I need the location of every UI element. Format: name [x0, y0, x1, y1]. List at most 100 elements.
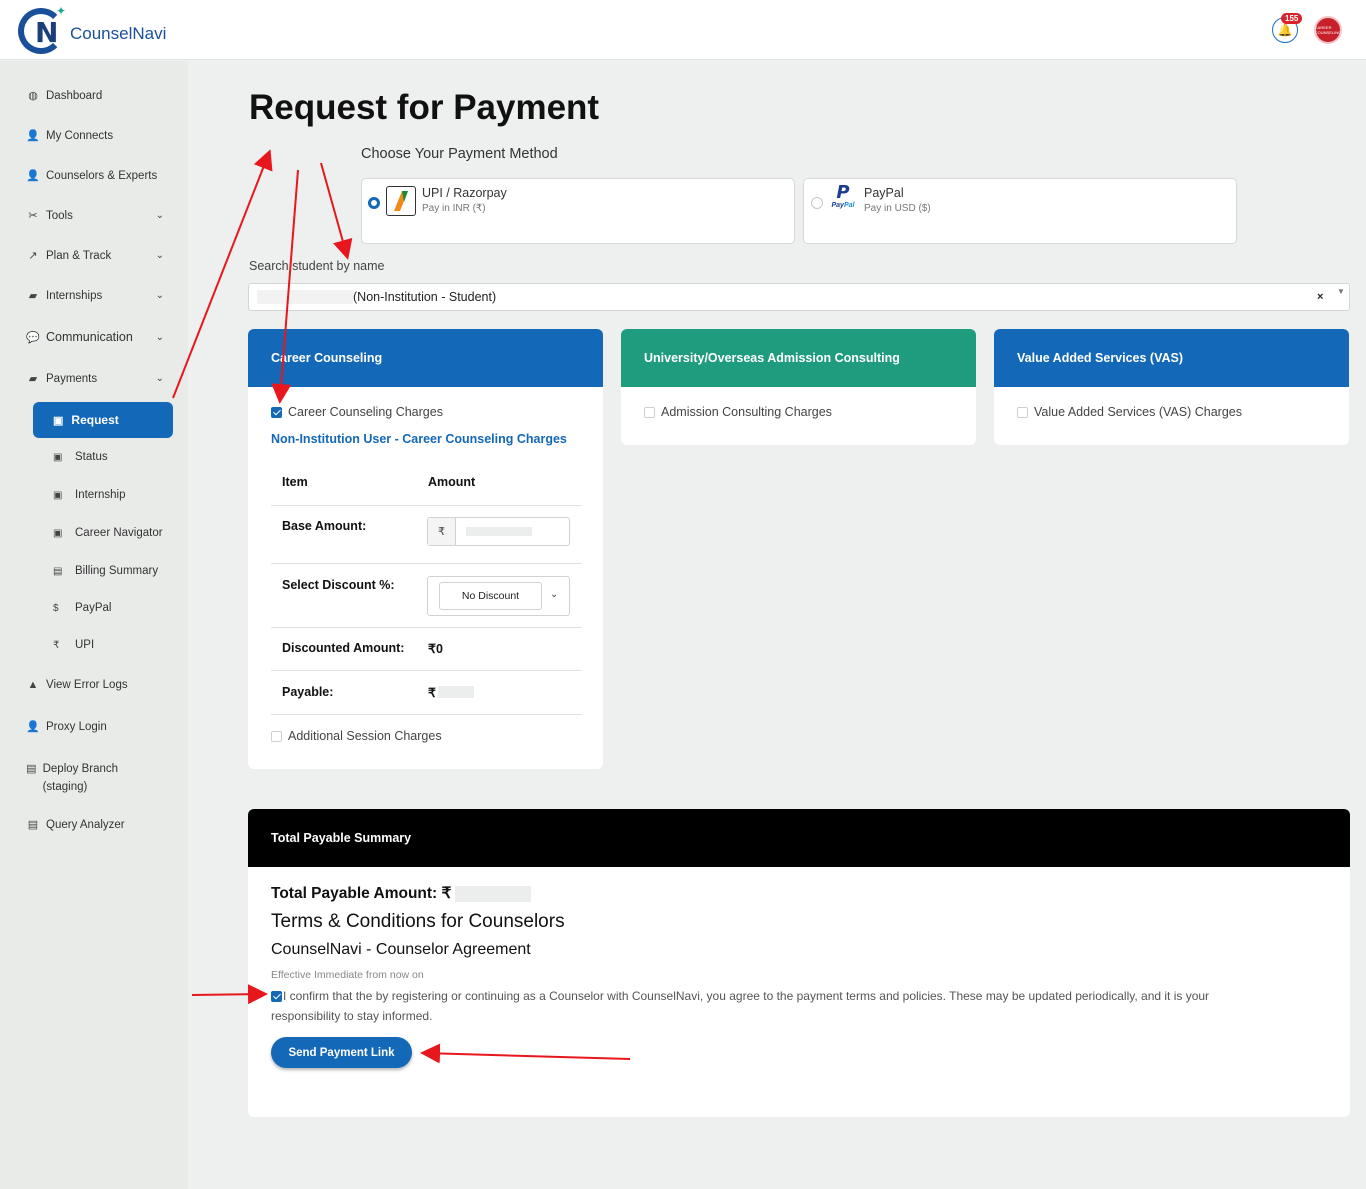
briefcase-icon: ▰	[28, 290, 38, 302]
sidebar-item-label: Payments	[46, 372, 98, 385]
vas-charges-checkbox[interactable]: Value Added Services (VAS) Charges	[1017, 405, 1242, 419]
payable-label: Payable:	[282, 685, 334, 699]
effective-note: Effective Immediate from now on	[271, 969, 424, 981]
comments-icon: 💬	[26, 331, 40, 344]
sidebar-item-paypal[interactable]: $ PayPal	[53, 602, 111, 614]
sidebar-item-dashboard[interactable]: ◍ Dashboard	[26, 89, 166, 103]
chart-line-icon: ↗	[28, 250, 38, 262]
sidebar-item-label: Billing Summary	[75, 565, 159, 577]
career-counseling-charges-checkbox[interactable]: Career Counseling Charges	[271, 405, 443, 419]
sidebar-item-query-analyzer[interactable]: ▤ Query Analyzer	[26, 818, 166, 832]
admission-consulting-card: University/Overseas Admission Consulting	[621, 329, 976, 445]
discounted-amount-value: ₹0	[428, 642, 443, 656]
database-icon: ▤	[26, 763, 37, 775]
payment-method-upi[interactable]: UPI / Razorpay Pay in INR (₹)	[361, 178, 795, 244]
plan-link[interactable]: Non-Institution User - Career Counseling…	[271, 432, 567, 446]
checkbox-label: Admission Consulting Charges	[661, 405, 832, 419]
summary-title: Total Payable Summary	[248, 809, 1350, 867]
database-icon: ▤	[27, 819, 39, 831]
dashboard-icon: ◍	[28, 90, 38, 102]
chevron-down-icon: ⌄	[155, 373, 164, 384]
dollar-icon: $	[53, 602, 59, 614]
total-payable-summary-card: Total Payable Summary	[248, 809, 1350, 1117]
checkbox-label: Career Counseling Charges	[288, 405, 443, 419]
sidebar-item-plan-track[interactable]: ↗ Plan & Track ⌄	[26, 249, 166, 263]
student-search-select[interactable]: (Non-Institution - Student) × ▼	[248, 283, 1350, 311]
upi-radio[interactable]	[368, 197, 380, 209]
vas-card: Value Added Services (VAS)	[994, 329, 1349, 445]
admission-charges-checkbox[interactable]: Admission Consulting Charges	[644, 405, 832, 419]
confirm-checkbox-row[interactable]: I confirm that the by registering or con…	[271, 986, 1281, 1026]
sidebar-item-label: Query Analyzer	[46, 818, 125, 831]
sidebar-item-label: PayPal	[75, 602, 112, 614]
sidebar-item-internship[interactable]: ▣ Internship	[53, 489, 126, 501]
upi-method-sub: Pay in INR (₹)	[422, 203, 486, 214]
additional-session-checkbox[interactable]: Additional Session Charges	[271, 729, 442, 743]
sidebar-item-label: Internship	[75, 489, 126, 501]
sidebar-item-upi[interactable]: ₹ UPI	[53, 639, 94, 651]
chevron-down-icon: ⌄	[155, 250, 164, 261]
avatar-logo-text: CAREER COUNSELING	[1314, 25, 1342, 35]
paypal-method-name: PayPal	[864, 186, 904, 200]
sidebar-item-career-navigator[interactable]: ▣ Career Navigator	[53, 527, 163, 539]
sidebar-item-label: Tools	[46, 209, 73, 222]
discount-select[interactable]: No Discount ⌄	[427, 576, 570, 616]
notification-count-badge: 155	[1281, 13, 1303, 24]
sidebar-item-label: Deploy Branch (staging)	[42, 763, 119, 793]
checkbox-icon	[271, 730, 282, 742]
sidebar-item-communication[interactable]: 💬 Communication ⌄	[26, 330, 166, 344]
upi-method-name: UPI / Razorpay	[422, 186, 507, 200]
sidebar-item-status[interactable]: ▣ Status	[53, 451, 108, 463]
checkbox-icon	[644, 406, 655, 418]
paypal-logo-icon: P PayPal	[831, 182, 855, 210]
vas-title: Value Added Services (VAS)	[994, 329, 1349, 387]
annotation-arrow	[320, 162, 353, 260]
tools-icon: ✂	[28, 210, 38, 222]
base-amount-input[interactable]: ₹	[427, 517, 570, 546]
sidebar-item-tools[interactable]: ✂ Tools ⌄	[26, 209, 166, 223]
sidebar-item-my-connects[interactable]: 👤 My Connects	[26, 129, 166, 143]
user-icon: 👤	[26, 130, 40, 142]
redacted-payable	[438, 686, 474, 698]
clear-selection-icon[interactable]: ×	[1317, 291, 1323, 303]
sidebar-item-deploy-branch[interactable]: ▤ Deploy Branch (staging)	[26, 760, 136, 796]
caret-down-icon[interactable]: ▼	[1337, 287, 1345, 296]
rupee-icon: ₹	[428, 518, 456, 545]
sidebar-item-internships[interactable]: ▰ Internships ⌄	[26, 289, 166, 303]
send-payment-link-button[interactable]: Send Payment Link	[271, 1037, 412, 1068]
rupee-icon: ₹	[53, 639, 60, 651]
discount-label: Select Discount %:	[282, 578, 395, 592]
sidebar-item-label: Counselors & Experts	[46, 169, 158, 182]
terms-title: Terms & Conditions for Counselors	[271, 911, 565, 932]
user-icon: 👤	[26, 721, 40, 733]
user-icon: 👤	[26, 170, 40, 182]
sidebar-item-label: Career Navigator	[75, 527, 163, 539]
sidebar-item-payments[interactable]: ▰ Payments ⌄	[26, 372, 166, 386]
money-icon: ▣	[53, 527, 63, 539]
chevron-down-icon: ⌄	[155, 210, 164, 221]
sidebar-item-view-error-logs[interactable]: ▲ View Error Logs	[26, 679, 166, 691]
sidebar-item-proxy-login[interactable]: 👤 Proxy Login	[26, 720, 166, 734]
sidebar-item-label: UPI	[75, 639, 95, 651]
sidebar-item-label: Dashboard	[46, 89, 103, 102]
payable-currency: ₹	[428, 686, 436, 700]
paypal-radio[interactable]	[811, 197, 823, 209]
sidebar-item-counselors[interactable]: 👤 Counselors & Experts	[26, 169, 166, 183]
career-counseling-title: Career Counseling	[248, 329, 603, 387]
sidebar-item-label: Request	[71, 413, 119, 427]
wallet-icon: ▰	[28, 373, 38, 385]
app-logo[interactable]: N ✦ CounselNavi	[16, 4, 166, 56]
sidebar-item-request[interactable]: ▣ Request	[33, 402, 173, 438]
career-counseling-card: Career Counseling	[248, 329, 603, 769]
sidebar-item-billing-summary[interactable]: ▤ Billing Summary	[53, 565, 158, 577]
discount-value[interactable]: No Discount	[439, 582, 542, 610]
total-payable-row: Total Payable Amount: ₹	[271, 884, 532, 903]
razorpay-logo-icon	[386, 186, 416, 216]
chevron-down-icon: ⌄	[550, 589, 559, 600]
chevron-down-icon: ⌄	[155, 331, 164, 343]
payment-method-paypal[interactable]: P PayPal PayPal Pay in USD ($)	[803, 178, 1237, 244]
checkbox-icon	[1017, 406, 1028, 418]
money-icon: ▣	[53, 489, 63, 501]
user-avatar[interactable]: CAREER COUNSELING	[1314, 16, 1342, 44]
confirm-checkbox[interactable]	[271, 991, 282, 1003]
